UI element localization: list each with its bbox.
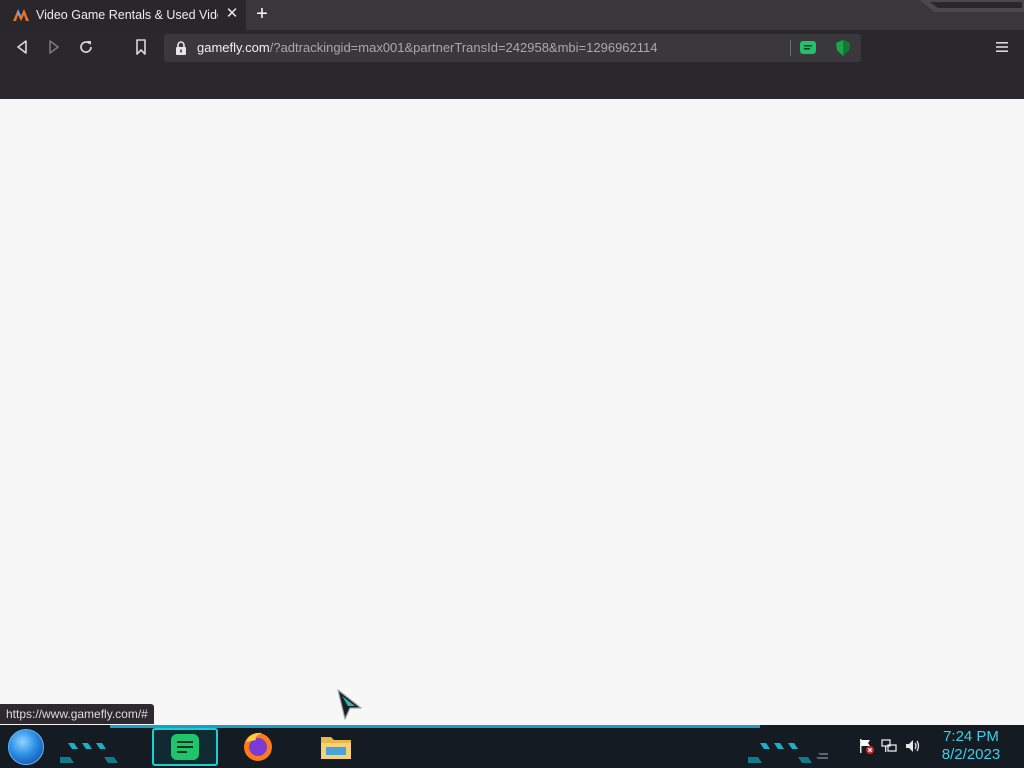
volume-icon[interactable] [904,737,922,755]
tab-title: Video Game Rentals & Used Video Games [36,8,218,22]
address-bar[interactable]: gamefly.com/?adtrackingid=max001&partner… [164,34,861,62]
browser-tab-gamefly[interactable]: Video Game Rentals & Used Video Games ✕ [0,0,246,30]
tab-strip: Video Game Rentals & Used Video Games ✕ … [0,0,1024,30]
bookmark-button[interactable] [130,39,152,57]
url-text[interactable]: gamefly.com/?adtrackingid=max001&partner… [197,40,657,56]
back-button[interactable] [11,39,33,57]
new-tab-button[interactable]: + [252,4,272,25]
taskbar-file-explorer-button[interactable] [318,728,354,766]
taskbar-firefox-button[interactable] [240,728,276,766]
action-center-flag-icon[interactable] [857,737,875,755]
bookmark-icon [136,39,146,55]
menu-icon[interactable] [994,40,1010,54]
clock-time: 7:24 PM [943,728,999,745]
address-bar-divider [790,40,791,56]
taskbar: 7:24 PM 8/2/2023 [0,725,1024,768]
window-frame-decoration [920,0,1024,12]
browser-toolbar: gamefly.com/?adtrackingid=max001&partner… [0,30,1024,99]
taskbar-sticky-notes-button[interactable] [152,728,218,766]
close-tab-icon[interactable]: ✕ [224,6,240,22]
forward-button[interactable] [43,39,65,57]
shield-extension-icon[interactable] [836,40,850,56]
system-tray [820,735,930,757]
green-extension-icon[interactable] [800,41,816,55]
sticky-notes-icon [171,734,199,760]
firefox-icon [244,732,272,761]
start-button[interactable] [8,729,44,765]
reload-icon [80,41,92,53]
link-status-bubble: https://www.gamefly.com/# [0,704,154,724]
taskbar-decoration-right [748,743,828,763]
gamefly-logo-icon [13,9,29,21]
forward-arrow-icon [49,40,59,54]
back-arrow-icon [17,40,27,54]
mouse-cursor-icon [337,689,362,720]
network-icon[interactable] [880,737,898,755]
lock-icon [176,41,186,55]
url-host: gamefly.com [197,40,270,55]
clock-date: 8/2/2023 [941,746,1001,763]
reload-button[interactable] [75,39,97,57]
folder-icon [321,737,351,759]
taskbar-clock[interactable]: 7:24 PM 8/2/2023 [936,728,1006,764]
taskbar-decoration-left [60,743,118,763]
url-path: /?adtrackingid=max001&partnerTransId=242… [269,40,658,55]
page-content [0,99,1024,725]
